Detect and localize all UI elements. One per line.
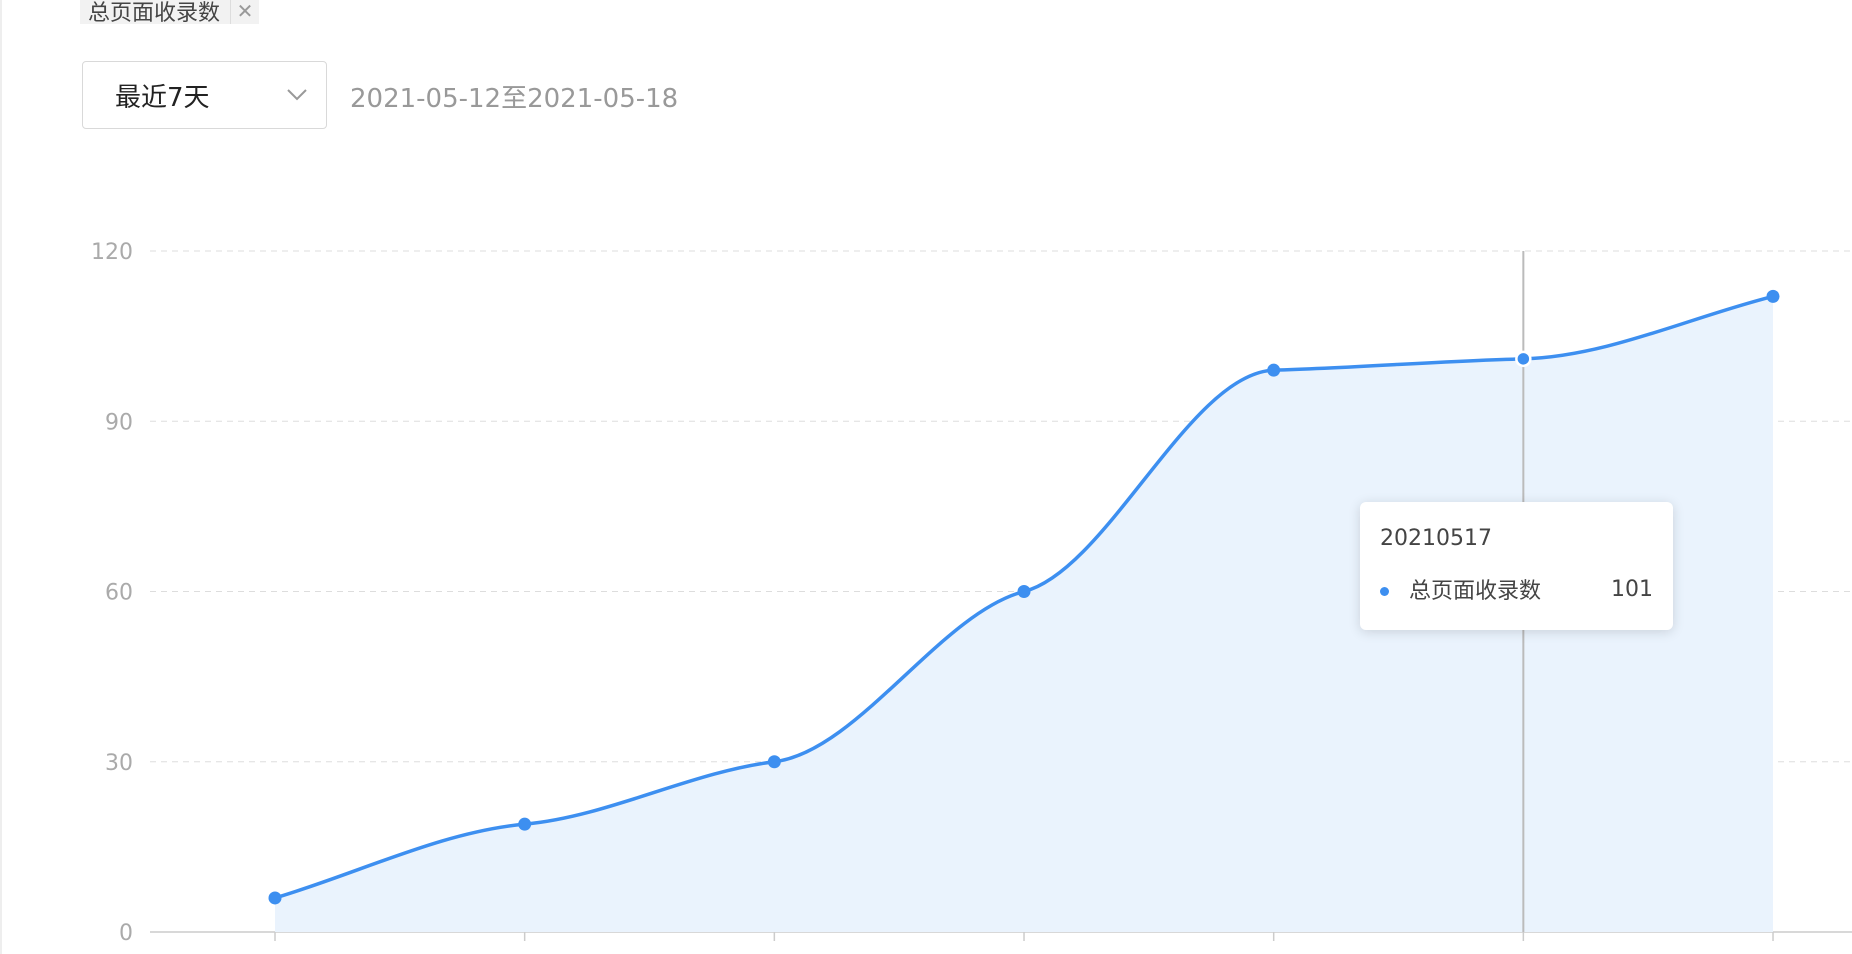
data-point <box>1267 363 1281 377</box>
tooltip-series-dot <box>1380 586 1389 596</box>
tooltip-series-name: 总页面收录数 <box>1409 579 1542 604</box>
data-point <box>268 891 282 905</box>
tooltip-value: 101 <box>1611 576 1653 602</box>
y-tick-label: 0 <box>119 921 133 946</box>
y-tick-label: 60 <box>105 581 133 606</box>
y-tick-label: 120 <box>91 240 133 265</box>
y-tick-label: 90 <box>105 410 133 435</box>
tooltip-date: 20210517 <box>1380 526 1492 551</box>
data-point <box>1515 350 1532 368</box>
data-point <box>767 755 781 769</box>
data-point <box>518 817 532 831</box>
data-point <box>1017 585 1031 598</box>
y-tick-label: 30 <box>105 751 133 776</box>
data-point <box>1766 289 1780 303</box>
line-chart: 0 30 60 90 120 <box>91 240 1852 946</box>
chart-tooltip: 20210517 总页面收录数 101 <box>1360 502 1673 630</box>
